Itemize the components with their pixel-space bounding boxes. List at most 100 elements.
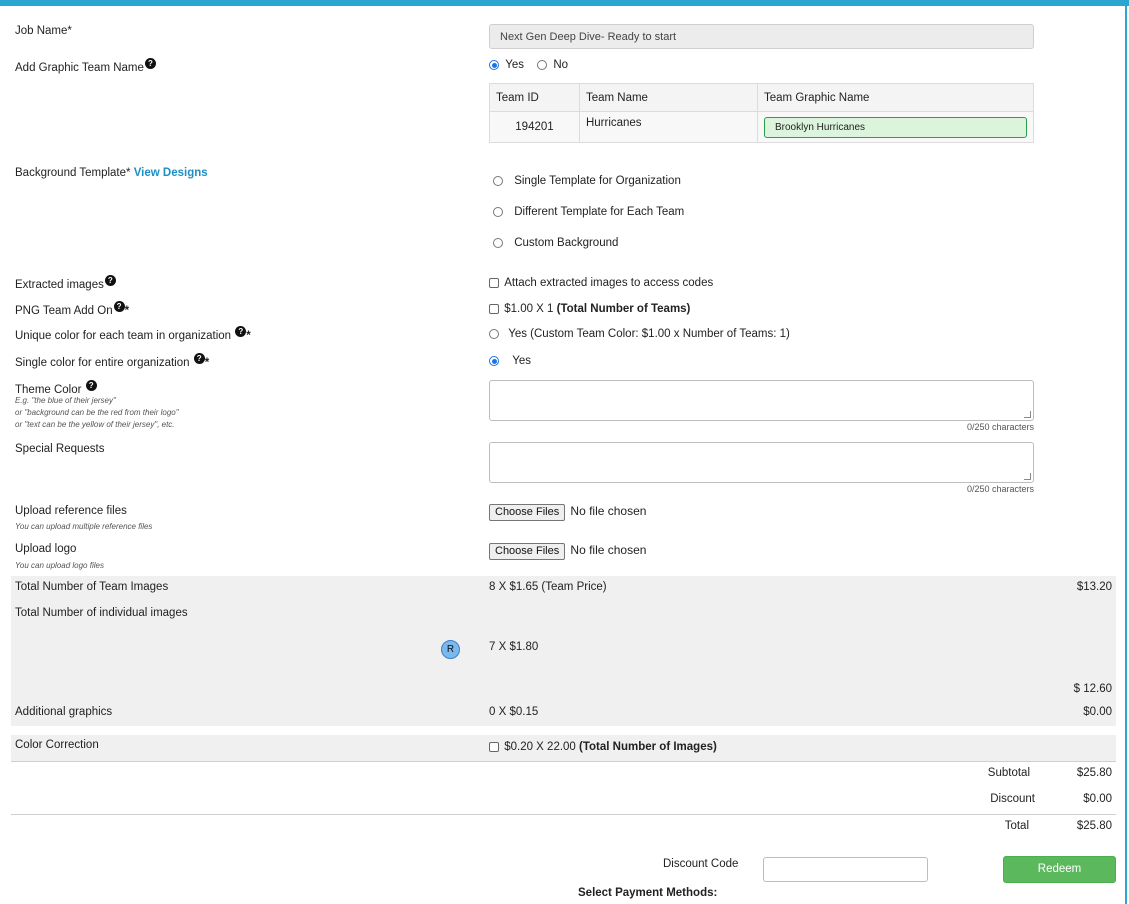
- team-graphic-name-cell: Brooklyn Hurricanes: [757, 111, 1034, 143]
- subtotal-label: Subtotal: [987, 767, 1030, 779]
- divider: [11, 814, 1116, 815]
- unique-color-option-label: Yes (Custom Team Color: $1.00 x Number o…: [508, 328, 790, 340]
- r-badge-icon[interactable]: R: [441, 640, 460, 659]
- choose-files-button[interactable]: Choose Files: [489, 504, 566, 521]
- color-correction-label: Color Correction: [15, 739, 99, 751]
- theme-color-label: Theme Color ?: [15, 380, 97, 396]
- bg-option-custom[interactable]: Custom Background: [493, 237, 618, 249]
- divider: [11, 761, 1116, 762]
- graphic-team-name-label: Add Graphic Team Name?: [15, 58, 156, 74]
- view-designs-link[interactable]: View Designs: [134, 167, 208, 179]
- graphic-team-no-label: No: [553, 59, 569, 71]
- team-name-header: Team Name: [578, 83, 759, 112]
- special-requests-counter: 0/250 characters: [966, 484, 1034, 494]
- special-requests-textarea[interactable]: [489, 442, 1034, 483]
- individual-images-amount: $ 12.60: [1073, 683, 1112, 695]
- graphic-team-yes-label: Yes: [505, 59, 524, 71]
- png-team-addon-text: PNG Team Add On: [15, 304, 113, 317]
- help-icon[interactable]: ?: [104, 275, 116, 286]
- bg-option-different[interactable]: Different Template for Each Team: [493, 206, 684, 218]
- team-id-header: Team ID: [489, 83, 580, 112]
- bg-different-radio[interactable]: [493, 206, 503, 217]
- job-name-label: Job Name*: [15, 25, 72, 37]
- help-icon[interactable]: ?: [235, 326, 247, 337]
- bg-single-label: Single Template for Organization: [514, 175, 681, 187]
- background-template-label: Background Template* View Designs: [15, 167, 208, 179]
- additional-graphics-calc: 0 X $0.15: [489, 706, 539, 718]
- job-name-field[interactable]: Next Gen Deep Dive- Ready to start: [489, 24, 1034, 49]
- theme-color-textarea[interactable]: [489, 380, 1034, 421]
- graphic-team-name-options: Yes No: [489, 59, 568, 71]
- choose-files-button[interactable]: Choose Files: [489, 543, 566, 560]
- team-images-amount: $13.20: [1076, 581, 1112, 593]
- additional-graphics-label: Additional graphics: [15, 706, 113, 718]
- color-correction-price: $0.20 X 22.00: [504, 741, 580, 753]
- redeem-button[interactable]: Redeem: [1003, 856, 1116, 883]
- required-star: *: [246, 329, 251, 342]
- team-table: Team ID Team Name Team Graphic Name 1942…: [489, 83, 1034, 143]
- upload-reference-hint: You can upload multiple reference files: [15, 522, 153, 531]
- png-team-addon-checkbox[interactable]: [489, 303, 499, 314]
- graphic-team-no-radio[interactable]: [537, 59, 548, 70]
- unique-color-option[interactable]: Yes (Custom Team Color: $1.00 x Number o…: [489, 328, 790, 340]
- additional-graphics-amount: $0.00: [1083, 706, 1112, 718]
- team-id-cell: 194201: [489, 111, 580, 143]
- unique-color-label: Unique color for each team in organizati…: [15, 326, 251, 342]
- single-color-label: Single color for entire organization ? *: [15, 353, 209, 369]
- team-graphic-name-input[interactable]: Brooklyn Hurricanes: [764, 116, 1027, 138]
- required-star: *: [124, 304, 130, 317]
- required-star: *: [204, 356, 210, 369]
- color-correction-option[interactable]: $0.20 X 22.00 (Total Number of Images): [489, 741, 717, 753]
- png-team-addon-option[interactable]: $1.00 X 1 (Total Number of Teams): [489, 303, 690, 315]
- right-accent-border: [1125, 0, 1127, 904]
- pricing-band: [11, 576, 1116, 726]
- bg-different-label: Different Template for Each Team: [514, 206, 685, 218]
- top-accent-bar: [0, 0, 1129, 6]
- bg-option-single[interactable]: Single Template for Organization: [493, 175, 681, 187]
- help-icon[interactable]: ?: [144, 58, 156, 69]
- discount-code-input[interactable]: [763, 857, 928, 882]
- upload-logo-label: Upload logo: [15, 543, 77, 555]
- team-table-header: Team ID Team Name Team Graphic Name: [489, 83, 1034, 112]
- theme-color-hints: E.g. "the blue of their jersey" or "back…: [15, 395, 179, 431]
- single-color-option-label: Yes: [512, 355, 531, 367]
- png-team-addon-label: PNG Team Add On? *: [15, 301, 129, 317]
- bg-custom-label: Custom Background: [514, 237, 619, 249]
- table-row: 194201 Hurricanes Brooklyn Hurricanes: [489, 111, 1034, 143]
- file-status: No file chosen: [570, 543, 647, 557]
- color-correction-checkbox[interactable]: [489, 741, 499, 752]
- individual-images-label: Total Number of individual images: [15, 607, 188, 619]
- extracted-images-label: Extracted images?: [15, 275, 116, 291]
- bg-custom-radio[interactable]: [493, 237, 503, 248]
- upload-logo-control: Choose Files No file chosen: [489, 543, 646, 560]
- graphic-team-name-text: Add Graphic Team Name: [15, 61, 144, 74]
- discount-label: Discount: [990, 793, 1035, 805]
- bg-single-radio[interactable]: [493, 175, 503, 186]
- extracted-images-text: Extracted images: [15, 278, 104, 291]
- help-icon[interactable]: ?: [113, 301, 125, 312]
- extracted-images-option[interactable]: Attach extracted images to access codes: [489, 277, 713, 289]
- extracted-images-checkbox[interactable]: [489, 277, 499, 288]
- upload-logo-hint: You can upload logo files: [15, 561, 104, 570]
- subtotal-amount: $25.80: [1076, 767, 1112, 779]
- team-images-label: Total Number of Team Images: [15, 581, 169, 593]
- unique-color-radio[interactable]: [489, 328, 499, 339]
- png-team-addon-note: (Total Number of Teams): [556, 303, 691, 315]
- single-color-option[interactable]: Yes: [489, 355, 531, 367]
- theme-color-hint: E.g. "the blue of their jersey": [15, 396, 116, 405]
- discount-amount: $0.00: [1083, 793, 1112, 805]
- theme-color-counter: 0/250 characters: [966, 422, 1034, 432]
- total-label: Total: [1004, 820, 1029, 832]
- total-amount: $25.80: [1076, 820, 1112, 832]
- unique-color-text: Unique color for each team in organizati…: [15, 329, 232, 342]
- help-icon[interactable]: ?: [85, 380, 97, 391]
- background-template-text: Background Template*: [15, 167, 131, 179]
- single-color-radio[interactable]: [489, 355, 499, 366]
- upload-reference-control: Choose Files No file chosen: [489, 504, 646, 521]
- graphic-team-yes-radio[interactable]: [489, 59, 499, 70]
- file-status: No file chosen: [570, 504, 647, 518]
- team-name-cell: Hurricanes: [578, 111, 759, 143]
- discount-code-label: Discount Code: [663, 858, 739, 870]
- help-icon[interactable]: ?: [193, 353, 205, 364]
- png-team-addon-price: $1.00 X 1: [504, 303, 557, 315]
